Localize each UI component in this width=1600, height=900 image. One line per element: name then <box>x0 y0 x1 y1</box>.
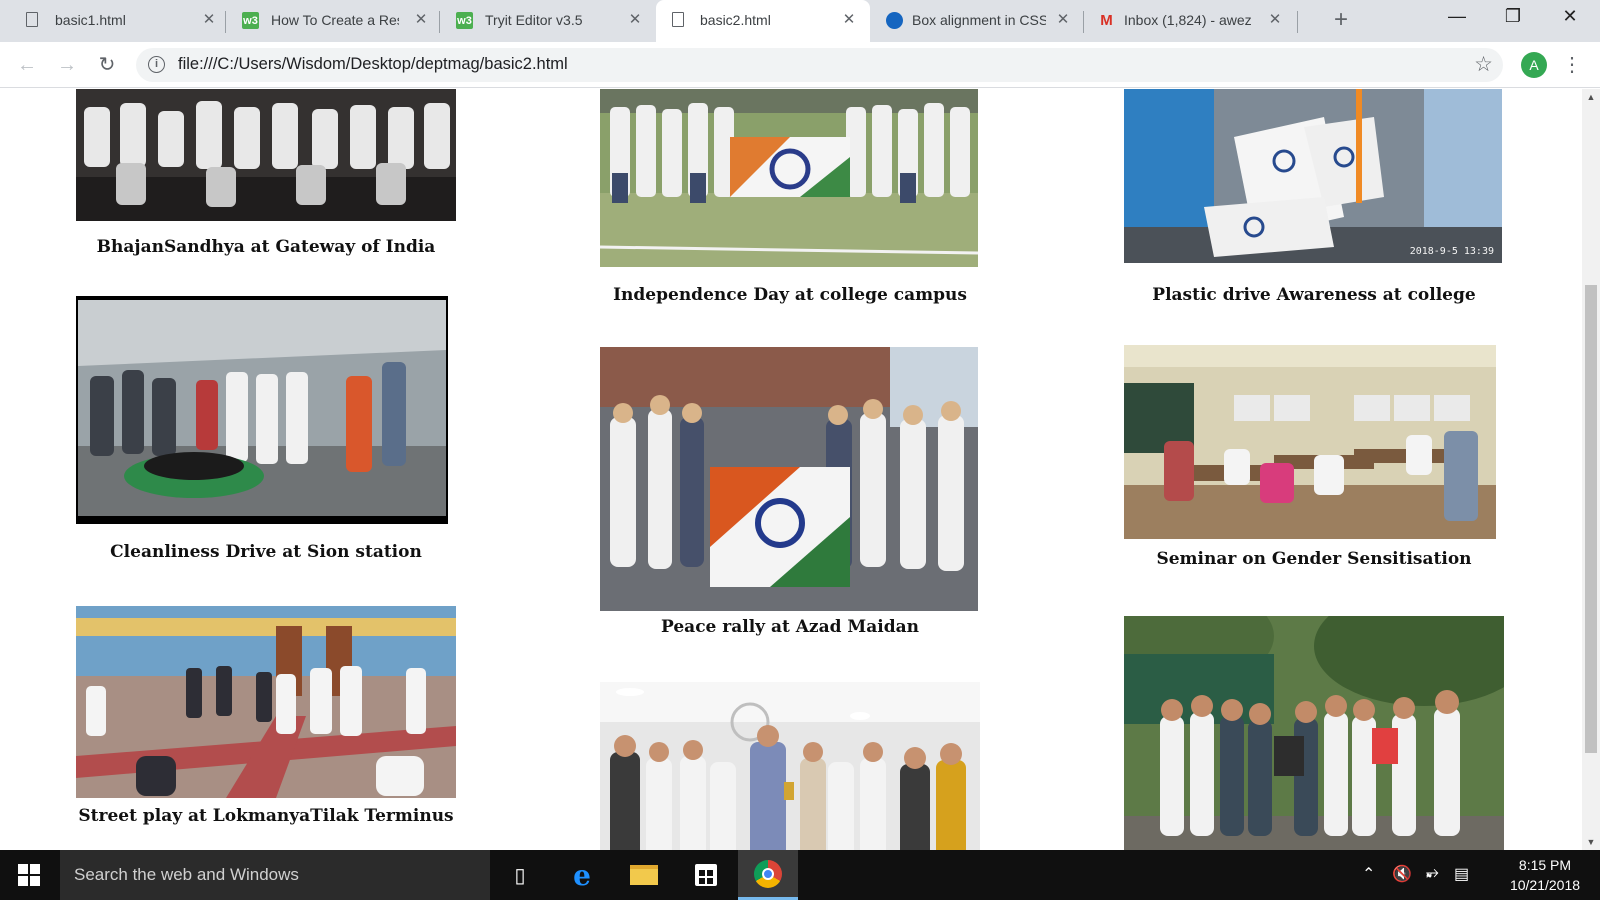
clock-time: 8:15 PM <box>1518 857 1572 873</box>
tab-title: basic1.html <box>55 12 126 28</box>
taskbar-clock[interactable]: 8:15 PM 10/21/2018 <box>1500 855 1590 895</box>
task-view-icon[interactable]: ▯ <box>490 850 550 900</box>
tab-separator <box>1297 11 1298 33</box>
search-placeholder: Search the web and Windows <box>74 865 299 884</box>
photo-caption: Plastic drive Awareness at college <box>1152 285 1476 305</box>
menu-icon[interactable]: ⋮ <box>1562 52 1582 78</box>
volume-muted-icon[interactable]: 🔇 <box>1392 864 1412 884</box>
reload-button[interactable]: ↻ <box>94 52 120 78</box>
chrome-icon[interactable] <box>738 850 798 900</box>
tab-basic2[interactable]: basic2.html ✕ <box>656 0 870 42</box>
gallery-photo <box>76 89 456 221</box>
file-explorer-icon[interactable] <box>614 850 674 900</box>
tab-basic1[interactable]: basic1.html ✕ <box>0 0 226 42</box>
address-bar[interactable]: i file:///C:/Users/Wisdom/Desktop/deptma… <box>136 48 1503 82</box>
gmail-icon: M <box>1100 12 1113 29</box>
tab-strip: basic1.html ✕ w3 How To Create a Res ✕ w… <box>0 0 1600 42</box>
restore-button[interactable]: ❐ <box>1498 6 1528 27</box>
bookmark-star-icon[interactable]: ☆ <box>1474 52 1493 77</box>
tab-inbox[interactable]: M Inbox (1,824) - awez ✕ <box>1084 0 1298 42</box>
document-icon <box>26 12 38 27</box>
clock-date: 10/21/2018 <box>1509 877 1581 893</box>
photo-caption: Independence Day at college campus <box>613 285 967 305</box>
store-icon[interactable] <box>676 850 736 900</box>
photo-caption: Seminar on Gender Sensitisation <box>1156 549 1472 569</box>
close-icon[interactable]: ✕ <box>200 11 218 29</box>
tab-title: Box alignment in CSS <box>912 12 1046 28</box>
document-icon <box>672 12 684 27</box>
mdn-icon <box>886 12 903 29</box>
wifi-icon[interactable]: ⥵ <box>1426 864 1439 882</box>
notifications-icon[interactable]: ▤ <box>1454 864 1469 884</box>
close-icon[interactable]: ✕ <box>840 11 858 29</box>
scroll-up-arrow-icon[interactable]: ▲ <box>1582 89 1600 105</box>
tab-box-alignment[interactable]: Box alignment in CSS ✕ <box>870 0 1084 42</box>
gallery-photo <box>600 347 978 611</box>
tray-chevron-icon[interactable]: ⌃ <box>1362 864 1375 884</box>
photo-caption: BhajanSandhya at Gateway of India <box>96 237 436 257</box>
w3schools-icon: w3 <box>242 12 259 29</box>
gallery-photo <box>1124 345 1496 539</box>
windows-start-icon[interactable] <box>18 864 40 886</box>
new-tab-button[interactable]: + <box>1334 8 1348 32</box>
tab-tryit-editor[interactable]: w3 Tryit Editor v3.5 ✕ <box>440 0 656 42</box>
windows-taskbar: Search the web and Windows ▯ e ⌃ 🔇 ⥵ ▤ 8… <box>0 850 1600 900</box>
tab-title: basic2.html <box>700 12 771 28</box>
gallery-photo <box>600 89 978 267</box>
tab-how-to-create[interactable]: w3 How To Create a Res ✕ <box>226 0 440 42</box>
tab-title: How To Create a Res <box>271 12 399 28</box>
tab-title: Inbox (1,824) - awez <box>1124 12 1252 28</box>
url-text[interactable]: file:///C:/Users/Wisdom/Desktop/deptmag/… <box>178 55 568 74</box>
info-icon[interactable]: i <box>148 56 165 73</box>
minimize-button[interactable]: — <box>1442 6 1472 27</box>
browser-toolbar: ← → ↻ i file:///C:/Users/Wisdom/Desktop/… <box>0 42 1600 88</box>
photo-timestamp: 2018-9-5 13:39 <box>1409 246 1494 257</box>
photo-caption: Peace rally at Azad Maidan <box>661 617 919 637</box>
tab-title: Tryit Editor v3.5 <box>485 12 583 28</box>
back-button[interactable]: ← <box>14 52 40 78</box>
vertical-scrollbar[interactable]: ▲ ▼ <box>1582 89 1600 850</box>
taskbar-search-box[interactable]: Search the web and Windows <box>60 850 490 900</box>
forward-button[interactable]: → <box>54 52 80 78</box>
gallery-photo <box>600 682 980 850</box>
close-icon[interactable]: ✕ <box>1054 11 1072 29</box>
gallery-photo: 2018-9-5 13:39 <box>1124 89 1502 263</box>
close-icon[interactable]: ✕ <box>1266 11 1284 29</box>
edge-browser-icon[interactable]: e <box>552 850 612 900</box>
page-content: BhajanSandhya at Gateway of India Cleanl… <box>0 89 1582 850</box>
close-window-button[interactable]: ✕ <box>1555 6 1585 27</box>
gallery-photo <box>76 296 448 524</box>
w3schools-icon: w3 <box>456 12 473 29</box>
profile-avatar[interactable]: A <box>1521 52 1547 78</box>
close-icon[interactable]: ✕ <box>626 11 644 29</box>
gallery-photo <box>76 606 456 798</box>
scroll-down-arrow-icon[interactable]: ▼ <box>1582 834 1600 850</box>
scrollbar-thumb[interactable] <box>1585 285 1597 753</box>
close-icon[interactable]: ✕ <box>412 11 430 29</box>
photo-caption: Street play at LokmanyaTilak Terminus <box>78 806 454 826</box>
photo-caption: Cleanliness Drive at Sion station <box>110 542 422 562</box>
gallery-photo <box>1124 616 1504 850</box>
